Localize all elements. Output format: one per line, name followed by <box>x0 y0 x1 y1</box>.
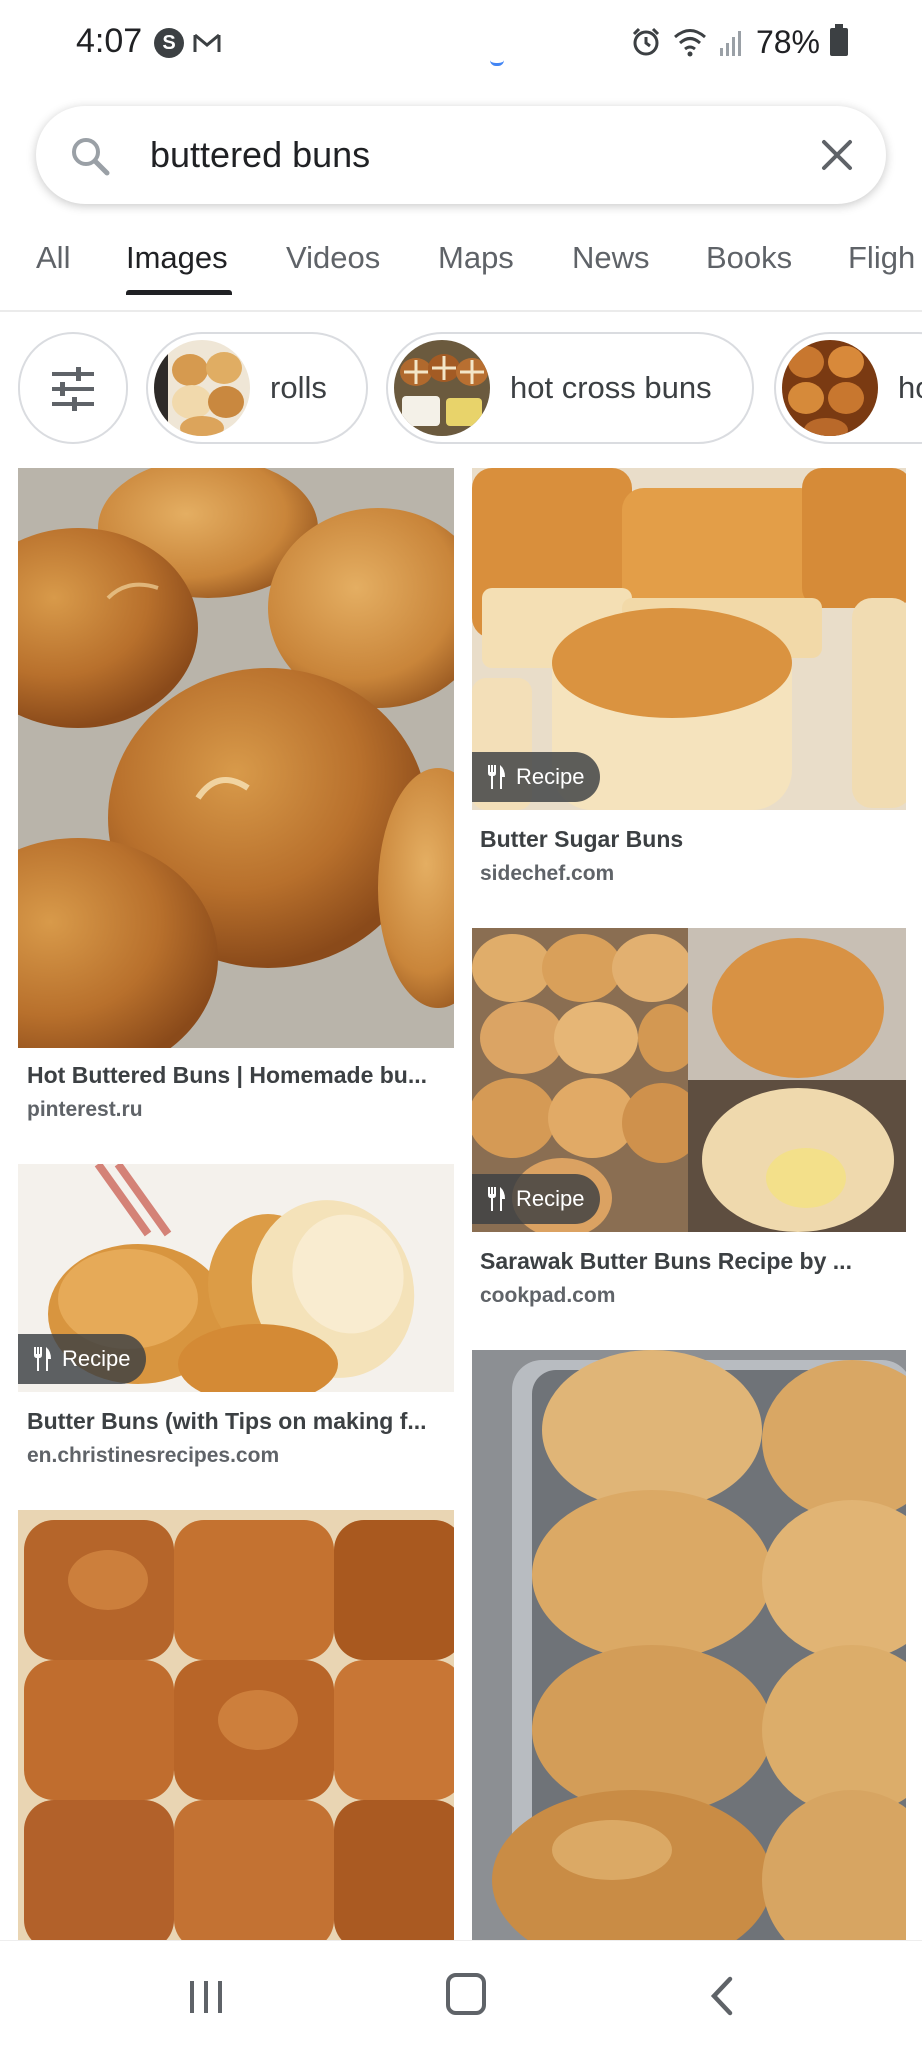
status-icons: 78% <box>630 22 848 62</box>
fork-knife-icon <box>488 765 505 789</box>
result-title[interactable]: Sarawak Butter Buns Recipe by ... <box>480 1248 900 1275</box>
tab-news[interactable]: News <box>572 240 650 300</box>
result-image-buns-pan[interactable] <box>472 1350 906 1940</box>
fork-knife-icon <box>34 1347 51 1371</box>
chip-label: ho <box>898 370 922 405</box>
chip-label: rolls <box>270 370 327 405</box>
close-icon[interactable] <box>812 130 862 180</box>
result-title[interactable]: Butter Buns (with Tips on making f... <box>27 1408 447 1435</box>
chip-thumbnail <box>154 340 250 436</box>
loading-indicator <box>490 60 504 66</box>
home-icon[interactable] <box>446 1973 486 2015</box>
result-image-buns-tray[interactable] <box>18 1510 454 1940</box>
recipe-label: Recipe <box>62 1346 131 1371</box>
divider <box>0 310 922 312</box>
result-image-sarawak-butter-buns[interactable]: Recipe <box>472 928 906 1232</box>
result-image-butter-buns-tips[interactable]: Recipe <box>18 1164 454 1392</box>
skype-icon: S <box>154 28 184 58</box>
back-icon[interactable] <box>704 1975 740 2017</box>
recipe-badge: Recipe <box>472 1174 601 1224</box>
result-source[interactable]: sidechef.com <box>480 862 614 886</box>
chip-thumbnail <box>782 340 878 436</box>
chip-thumbnail <box>394 340 490 436</box>
result-source[interactable]: en.christinesrecipes.com <box>27 1444 279 1468</box>
fork-knife-icon <box>488 1187 505 1211</box>
recent-apps-icon[interactable] <box>186 1979 226 2015</box>
chip-label: hot cross buns <box>510 370 712 405</box>
tab-all[interactable]: All <box>36 240 70 300</box>
result-source[interactable]: cookpad.com <box>480 1284 615 1308</box>
battery-percent: 78% <box>755 23 820 60</box>
result-title[interactable]: Butter Sugar Buns <box>480 826 900 853</box>
tab-flights[interactable]: Fligh <box>848 240 915 300</box>
search-icon[interactable] <box>68 134 112 178</box>
alarm-icon <box>632 27 660 56</box>
status-bar: 4:07 S 78% <box>0 0 922 88</box>
tune-icon <box>52 367 94 411</box>
recipe-label: Recipe <box>516 1186 585 1211</box>
wifi-icon <box>673 29 706 57</box>
system-nav-bar <box>0 1940 922 2048</box>
chip-hot-cross-buns[interactable]: hot cross buns <box>386 332 754 444</box>
filter-chips: rolls hot cross buns h <box>0 332 922 446</box>
chip-rolls[interactable]: rolls <box>146 332 368 444</box>
search-tabs: All Images Videos Maps News Books Fligh <box>0 230 922 310</box>
recipe-label: Recipe <box>516 764 585 789</box>
result-image-butter-sugar-buns[interactable]: Recipe <box>472 468 906 810</box>
result-source[interactable]: pinterest.ru <box>27 1098 143 1122</box>
result-image-hot-buttered-buns[interactable] <box>18 468 454 1048</box>
gmail-icon <box>193 33 221 52</box>
chip-partial[interactable]: ho <box>774 332 922 444</box>
tab-books[interactable]: Books <box>706 240 792 300</box>
status-time: 4:07 <box>76 22 143 60</box>
active-tab-indicator <box>126 290 232 295</box>
tab-maps[interactable]: Maps <box>438 240 514 300</box>
filter-button[interactable] <box>18 332 128 444</box>
search-input[interactable]: buttered buns <box>150 134 370 176</box>
tab-videos[interactable]: Videos <box>286 240 380 300</box>
recipe-badge: Recipe <box>18 1334 147 1384</box>
result-title[interactable]: Hot Buttered Buns | Homemade bu... <box>27 1062 447 1089</box>
battery-icon <box>830 24 848 56</box>
recipe-badge: Recipe <box>472 752 601 802</box>
search-bar[interactable]: buttered buns <box>36 106 886 204</box>
signal-icon <box>719 31 741 56</box>
